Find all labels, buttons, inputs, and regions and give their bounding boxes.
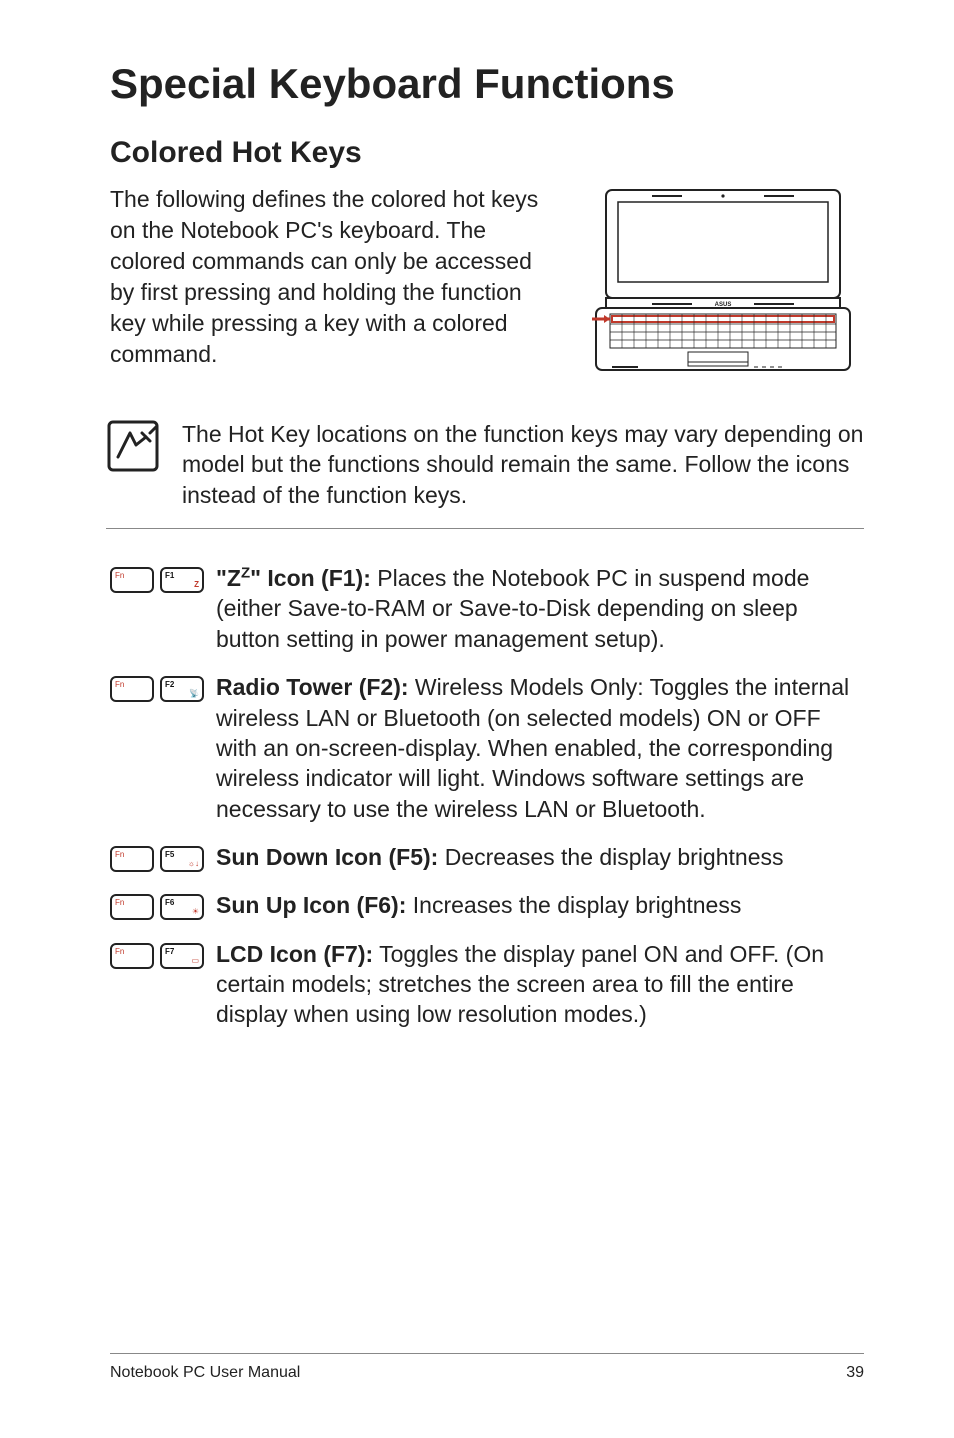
intro-text: The following defines the colored hot ke… (110, 184, 548, 370)
f7-keycap-icon: F7▭ (160, 943, 204, 969)
fn-row-f5: Fn F5☼↓ Sun Down Icon (F5): Decreases th… (110, 842, 864, 872)
fn-row-f1: Fn F1Z "ZZ" Icon (F1): Places the Notebo… (110, 563, 864, 654)
laptop-illustration: ASUS (582, 184, 864, 379)
note-icon (106, 419, 160, 473)
intro-block: The following defines the colored hot ke… (110, 184, 864, 379)
footer-page-number: 39 (846, 1364, 864, 1382)
fn-row-f7: Fn F7▭ LCD Icon (F7): Toggles the displa… (110, 939, 864, 1030)
page-title: Special Keyboard Functions (110, 60, 864, 108)
fn-text-f7: LCD Icon (F7): Toggles the display panel… (216, 939, 864, 1030)
footer-left: Notebook PC User Manual (110, 1364, 300, 1382)
f5-keycap-icon: F5☼↓ (160, 846, 204, 872)
fn-text-f5: Sun Down Icon (F5): Decreases the displa… (216, 842, 864, 872)
f2-keycap-icon: F2📡 (160, 676, 204, 702)
fn-row-f6: Fn F6☀ Sun Up Icon (F6): Increases the d… (110, 890, 864, 920)
fn-text-f2: Radio Tower (F2): Wireless Models Only: … (216, 672, 864, 824)
note-text: The Hot Key locations on the function ke… (182, 419, 864, 510)
fn-keycap-icon: Fn (110, 943, 154, 969)
fn-keycap-icon: Fn (110, 676, 154, 702)
fn-keycap-icon: Fn (110, 894, 154, 920)
note-block: The Hot Key locations on the function ke… (106, 413, 864, 529)
page-footer: Notebook PC User Manual 39 (110, 1353, 864, 1382)
function-key-list: Fn F1Z "ZZ" Icon (F1): Places the Notebo… (110, 563, 864, 1030)
fn-text-f6: Sun Up Icon (F6): Increases the display … (216, 890, 864, 920)
fn-keycap-icon: Fn (110, 567, 154, 593)
fn-keycap-icon: Fn (110, 846, 154, 872)
fn-text-f1: "ZZ" Icon (F1): Places the Notebook PC i… (216, 563, 864, 654)
f6-keycap-icon: F6☀ (160, 894, 204, 920)
fn-row-f2: Fn F2📡 Radio Tower (F2): Wireless Models… (110, 672, 864, 824)
section-subheading: Colored Hot Keys (110, 136, 864, 170)
f1-keycap-icon: F1Z (160, 567, 204, 593)
